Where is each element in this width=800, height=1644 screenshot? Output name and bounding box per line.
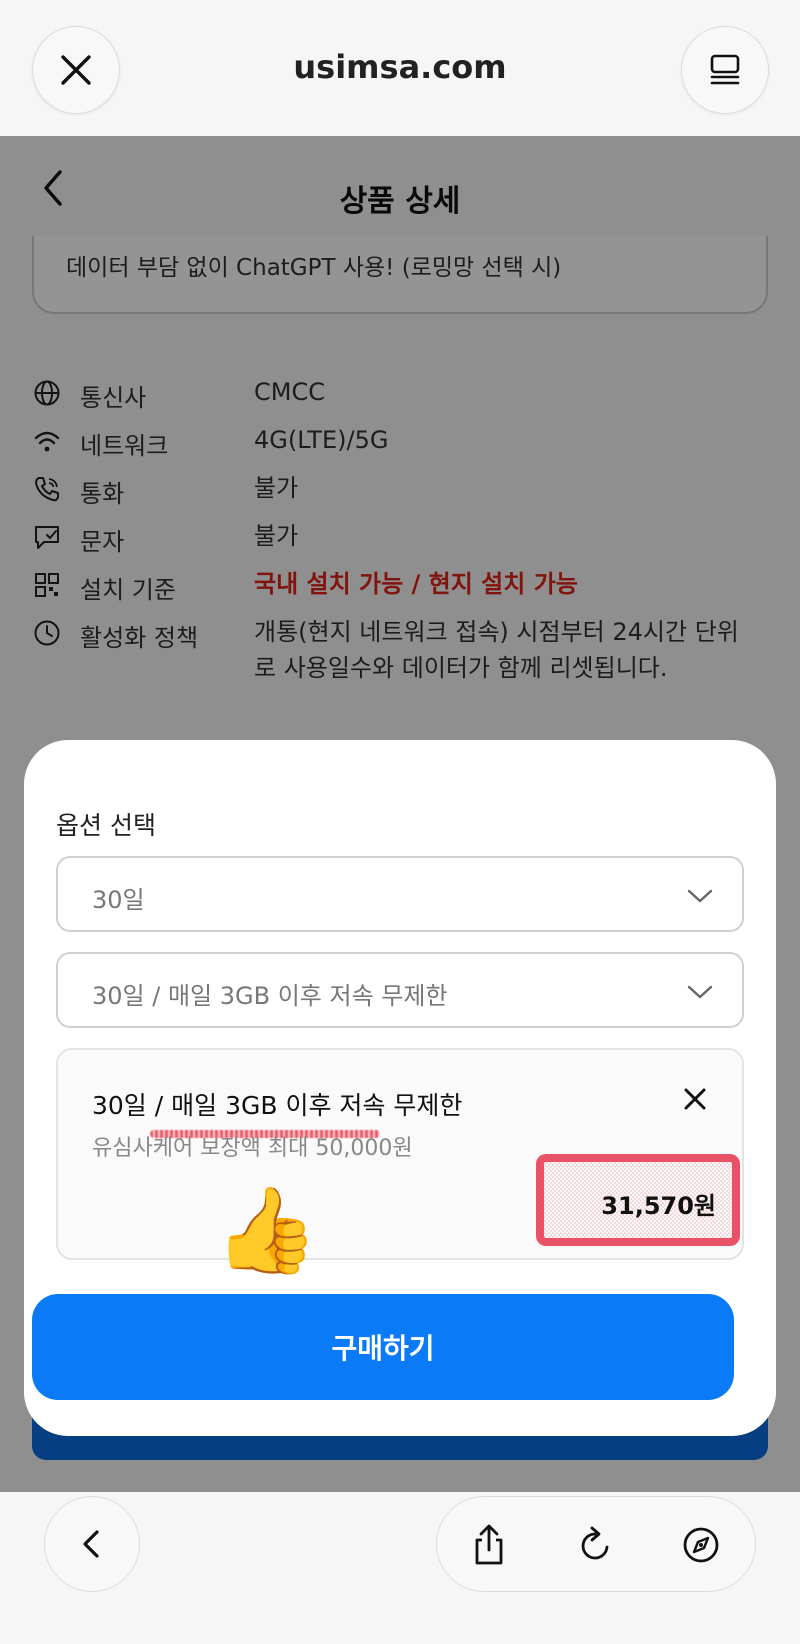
selected-option-price: 31,570원 xyxy=(601,1192,716,1220)
reader-icon xyxy=(710,54,740,85)
remove-option-icon[interactable] xyxy=(682,1086,708,1112)
browser-top-bar: usimsa.com xyxy=(0,0,800,136)
option-sheet: 옵션 선택 30일 30일 / 매일 3GB 이후 저속 무제한 30일 / 매… xyxy=(24,740,776,1436)
buy-button[interactable]: 구매하기 xyxy=(32,1294,734,1400)
close-button[interactable] xyxy=(32,26,120,114)
compass-button[interactable] xyxy=(677,1521,725,1569)
thumbs-up-sticker: 👍 xyxy=(214,1181,319,1279)
close-icon xyxy=(61,55,91,85)
plan-select[interactable]: 30일 / 매일 3GB 이후 저속 무제한 xyxy=(56,952,744,1028)
reload-button[interactable] xyxy=(571,1521,619,1569)
reload-icon xyxy=(581,1526,609,1560)
days-select[interactable]: 30일 xyxy=(56,856,744,932)
selected-option-card: 30일 / 매일 3GB 이후 저속 무제한 유심사케어 보장액 최대 50,0… xyxy=(56,1048,744,1260)
selected-option-title: 30일 / 매일 3GB 이후 저속 무제한 xyxy=(92,1091,463,1120)
option-title: 옵션 선택 xyxy=(56,811,156,840)
browser-bottom-bar xyxy=(0,1492,800,1644)
browser-actions xyxy=(436,1496,756,1592)
days-select-value: 30일 xyxy=(92,886,145,914)
share-button[interactable] xyxy=(465,1521,513,1569)
compass-icon xyxy=(683,1527,719,1563)
selected-option-subtitle: 유심사케어 보장액 최대 50,000원 xyxy=(92,1136,413,1161)
reader-button[interactable] xyxy=(681,26,769,114)
buy-button-label: 구매하기 xyxy=(331,1332,435,1365)
share-icon xyxy=(475,1524,503,1565)
chevron-down-icon xyxy=(687,889,713,903)
url-label[interactable]: usimsa.com xyxy=(200,48,600,86)
back-icon xyxy=(83,1530,99,1558)
browser-back-button[interactable] xyxy=(44,1496,140,1592)
chevron-down-icon xyxy=(687,985,713,999)
plan-select-value: 30일 / 매일 3GB 이후 저속 무제한 xyxy=(92,982,448,1010)
